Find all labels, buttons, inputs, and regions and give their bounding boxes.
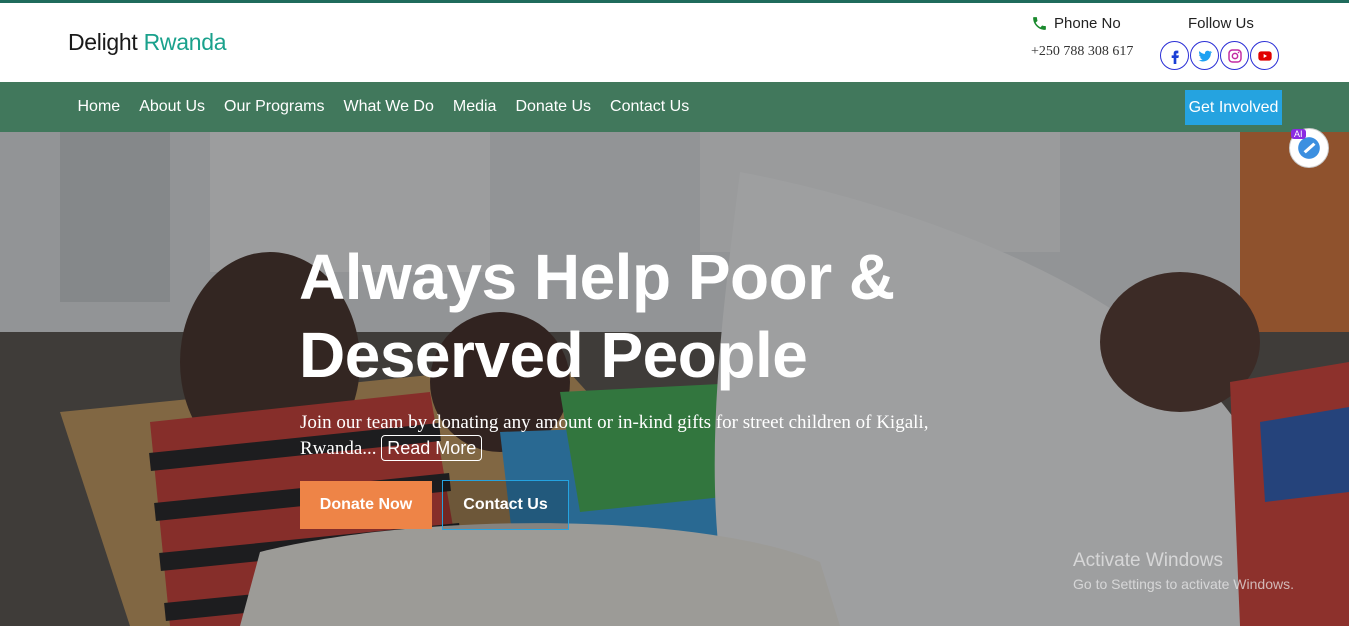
nav-item-donate-us[interactable]: Donate Us: [506, 98, 601, 116]
activate-windows-subtitle: Go to Settings to activate Windows.: [1073, 576, 1294, 592]
nav-item-what-we-do[interactable]: What We Do: [334, 98, 443, 116]
contact-us-button[interactable]: Contact Us: [442, 480, 569, 530]
instagram-link[interactable]: [1220, 41, 1249, 70]
hero-description: Join our team by donating any amount or …: [300, 410, 1000, 461]
nav-item-media[interactable]: Media: [443, 98, 506, 116]
follow-us-label: Follow Us: [1188, 15, 1254, 32]
social-links: [1160, 41, 1290, 70]
brand-name-part1: Delight: [68, 29, 138, 55]
twitter-icon: [1198, 50, 1212, 62]
nav-item-about-us[interactable]: About Us: [130, 98, 215, 116]
top-header: Delight Rwanda Phone No +250 788 308 617…: [0, 3, 1349, 82]
hero-title-line1: Always Help Poor &: [299, 241, 895, 313]
get-involved-button[interactable]: Get Involved: [1185, 90, 1282, 125]
donate-now-button[interactable]: Donate Now: [300, 481, 432, 529]
phone-label: Phone No: [1054, 15, 1121, 32]
read-more-button[interactable]: Read More: [381, 435, 483, 461]
follow-us-block: Follow Us: [1160, 15, 1290, 70]
brand-name-part2: Rwanda: [143, 29, 227, 55]
twitter-link[interactable]: [1190, 41, 1219, 70]
ai-badge: AI: [1291, 129, 1306, 139]
nav-item-contact-us[interactable]: Contact Us: [601, 98, 699, 116]
phone-heading: Phone No: [1031, 15, 1161, 32]
youtube-link[interactable]: [1250, 41, 1279, 70]
youtube-icon: [1257, 50, 1272, 61]
nav-item-our-programs[interactable]: Our Programs: [215, 98, 334, 116]
facebook-link[interactable]: [1160, 41, 1189, 70]
instagram-icon: [1227, 48, 1242, 63]
site-logo[interactable]: Delight Rwanda: [68, 29, 226, 56]
phone-number[interactable]: +250 788 308 617: [1031, 44, 1161, 60]
hero-title: Always Help Poor & Deserved People: [299, 238, 919, 394]
facebook-icon: [1171, 50, 1179, 64]
hero-title-line2: Deserved People: [299, 319, 808, 391]
nav-item-home[interactable]: Home: [68, 98, 130, 116]
phone-icon: [1033, 17, 1046, 30]
nav-links: Home About Us Our Programs What We Do Me…: [68, 82, 699, 132]
activate-windows-title: Activate Windows: [1073, 550, 1223, 571]
activate-windows-watermark: Activate Windows Go to Settings to activ…: [1073, 550, 1294, 592]
phone-contact-block: Phone No +250 788 308 617: [1031, 15, 1161, 60]
hero-banner: Always Help Poor & Deserved People Join …: [0, 132, 1349, 626]
main-navigation: Home About Us Our Programs What We Do Me…: [0, 82, 1349, 132]
